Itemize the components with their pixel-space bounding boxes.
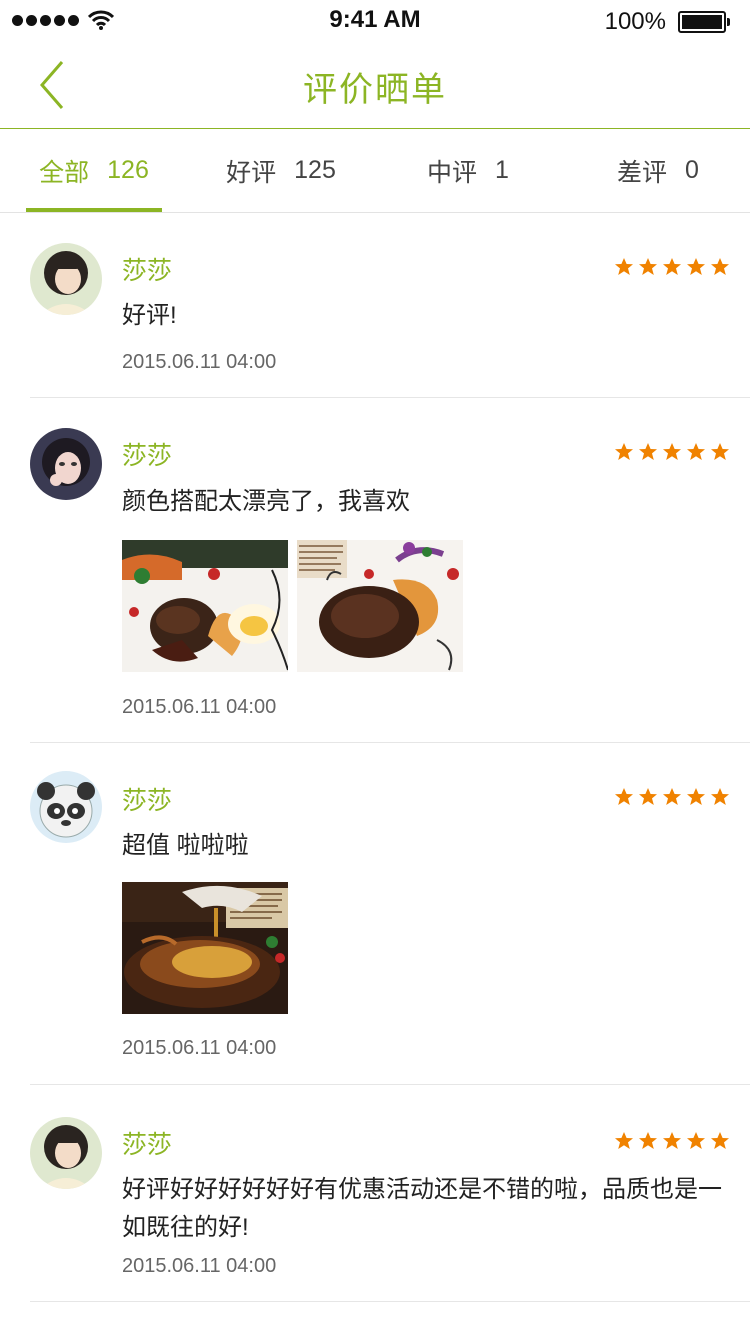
tab-all[interactable]: 全部 126 [26,129,162,212]
tab-count: 125 [294,156,336,184]
user-avatar[interactable] [30,1117,102,1189]
rating-stars [614,1131,730,1151]
page-title: 评价晒单 [303,71,447,109]
tab-count: 126 [107,156,149,184]
star-icon [639,443,657,460]
tab-count: 1 [495,156,509,184]
review-date: 2015.06.11 04:00 [122,1037,277,1059]
reviewer-name: 莎莎 [122,1131,173,1159]
review-photos [122,540,463,672]
star-icon [615,258,633,275]
user-avatar[interactable] [30,771,102,843]
star-icon [639,788,657,805]
user-avatar[interactable] [30,243,102,315]
review-photo[interactable] [122,540,288,672]
tab-neutral[interactable]: 中评 1 [400,129,536,212]
star-icon [687,788,705,805]
star-icon [615,1132,633,1149]
review-item: 莎莎 好评好好好好好好有优惠活动还是不错的啦，品质也是一如既往的好! 2015.… [30,1085,750,1302]
reviewer-name: 莎莎 [122,787,173,815]
star-icon [639,258,657,275]
star-icon [711,258,729,275]
rating-stars [614,787,730,807]
tab-label: 全部 [39,158,90,187]
review-date: 2015.06.11 04:00 [122,1255,277,1277]
review-photo[interactable] [297,540,463,672]
star-icon [687,1132,705,1149]
review-text: 颜色搭配太漂亮了，我喜欢 [122,488,410,515]
battery-icon [678,11,730,33]
review-date: 2015.06.11 04:00 [122,696,277,718]
battery-percent: 100% [604,8,666,35]
review-text: 好评! [122,302,177,329]
star-icon [663,788,681,805]
tab-positive[interactable]: 好评 125 [213,129,349,212]
tab-label: 中评 [427,158,478,187]
tab-label: 好评 [226,158,277,187]
review-text: 好评好好好好好好有优惠活动还是不错的啦，品质也是一如既往的好! [122,1176,722,1241]
star-icon [711,443,729,460]
review-text: 超值 啦啦啦 [122,832,249,859]
star-icon [711,788,729,805]
review-item: 莎莎 好评! 2015.06.11 04:00 [30,213,750,398]
star-icon [663,258,681,275]
user-avatar[interactable] [30,428,102,500]
status-bar: 9:41 AM 100% [0,0,750,44]
nav-bar: 评价晒单 [0,44,750,129]
review-photo[interactable] [122,882,288,1014]
review-item: 莎莎 颜色搭配太漂亮了，我喜欢 2015.06.11 04:00 [30,398,750,743]
tab-negative[interactable]: 差评 0 [590,129,726,212]
star-icon [663,443,681,460]
review-date: 2015.06.11 04:00 [122,351,277,373]
star-icon [687,443,705,460]
rating-stars [614,257,730,277]
star-icon [687,258,705,275]
tab-label: 差评 [617,158,668,187]
rating-stars [614,442,730,462]
star-icon [639,1132,657,1149]
star-icon [663,1132,681,1149]
star-icon [615,443,633,460]
star-icon [711,1132,729,1149]
reviewer-name: 莎莎 [122,442,173,470]
tab-count: 0 [685,156,699,184]
reviewer-name: 莎莎 [122,257,173,285]
star-icon [615,788,633,805]
review-photos [122,882,288,1014]
review-item: 莎莎 超值 啦啦啦 2015.06.11 04:00 [30,743,750,1085]
filter-tabs: 全部 126 好评 125 中评 1 差评 0 [0,129,750,213]
